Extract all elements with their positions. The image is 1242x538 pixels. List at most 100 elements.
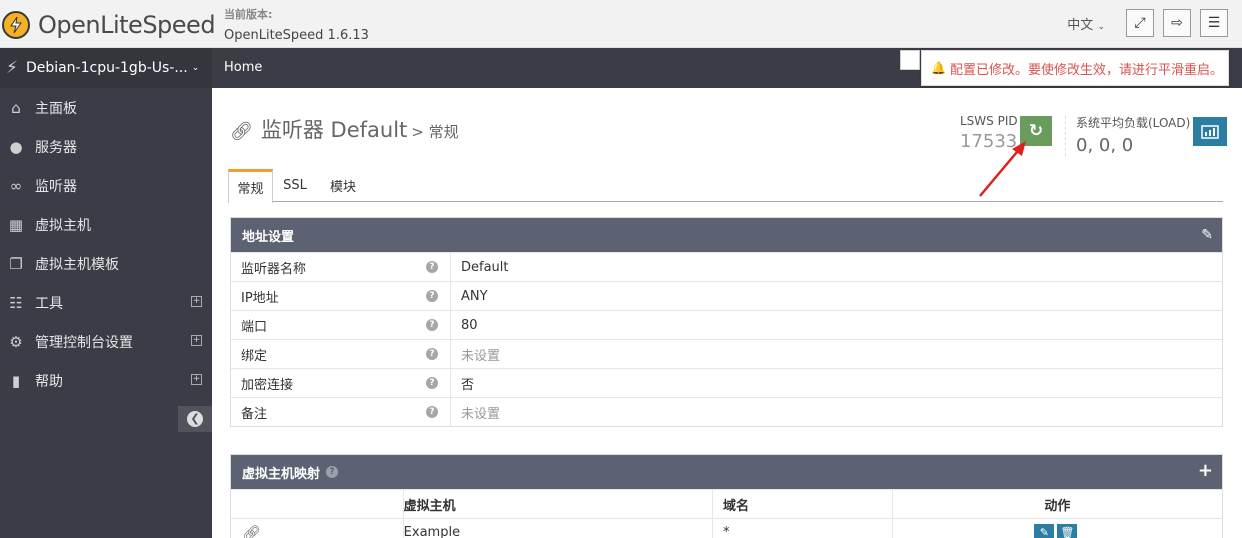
table-row: 备注? 未设置 bbox=[231, 397, 1222, 426]
top-actions: 中文 ⌄ ⤢ ⇨ ☰ bbox=[1067, 9, 1228, 37]
load-value: 0, 0, 0 bbox=[1076, 135, 1134, 156]
realtime-stats-button[interactable] bbox=[1193, 117, 1227, 146]
load-label: 系统平均负载(LOAD) bbox=[1076, 116, 1191, 130]
sidebar-item[interactable]: ● 服务器 bbox=[0, 127, 212, 166]
restart-alert[interactable]: 🔔 配置已修改。要使修改生效，请进行平滑重启。 bbox=[921, 50, 1229, 86]
notification-toggle[interactable] bbox=[900, 50, 920, 70]
help-icon[interactable]: ? bbox=[426, 290, 438, 302]
logout-button[interactable]: ⇨ bbox=[1163, 9, 1191, 37]
row-value: 未设置 bbox=[461, 406, 501, 422]
home-icon: ⌂ bbox=[11, 98, 21, 117]
row-key-cell: 备注? bbox=[231, 398, 451, 426]
column-header: 虚拟主机 bbox=[403, 498, 456, 514]
sidebar-item[interactable]: ❐ 虚拟主机模板 bbox=[0, 244, 212, 283]
help-icon[interactable]: ? bbox=[426, 261, 438, 273]
top-header: OpenLiteSpeed 当前版本: OpenLiteSpeed 1.6.13… bbox=[0, 0, 1242, 48]
help-icon[interactable]: ? bbox=[426, 348, 438, 360]
main-content: 🔗︎ 监听器 Default > 常规 LSWS PID 17533 ↻ 系统平… bbox=[212, 88, 1242, 538]
server-selector[interactable]: ⚡ Debian-1cpu-1gb-Us-... ⌄ bbox=[0, 48, 212, 88]
sidebar-item[interactable]: ☷ 工具 + bbox=[0, 283, 212, 322]
collapse-sidebar-button[interactable]: ❮ bbox=[178, 406, 212, 432]
breadcrumb-home[interactable]: Home bbox=[224, 60, 262, 75]
sidebar-item-label: 主面板 bbox=[35, 100, 77, 117]
row-key: IP地址 bbox=[241, 290, 279, 306]
vhost-mapping-panel: 虚拟主机映射 ? + 虚拟主机 域名 动作 🔗︎ Example * ✎ 🗑︎ bbox=[230, 454, 1223, 538]
col-domain: 域名 bbox=[713, 490, 893, 518]
version-info: 当前版本: OpenLiteSpeed 1.6.13 bbox=[224, 6, 369, 43]
domain-cell: * bbox=[713, 519, 893, 538]
edit-icon[interactable]: ✎ bbox=[1201, 227, 1213, 243]
help-icon[interactable]: ? bbox=[426, 406, 438, 418]
annotation-arrow bbox=[979, 141, 1026, 197]
tab-bar: 常规 SSL 模块 bbox=[228, 169, 1223, 203]
row-value: Default bbox=[461, 259, 509, 275]
grid-icon: ☷ bbox=[9, 293, 23, 312]
divider bbox=[1065, 116, 1066, 156]
sidebar-item[interactable]: ⌂ 主面板 bbox=[0, 88, 212, 127]
expand-plus-icon[interactable]: + bbox=[191, 335, 202, 346]
sidebar-item[interactable]: ▮ 帮助 + bbox=[0, 361, 212, 400]
copy-icon: ❐ bbox=[9, 254, 23, 273]
tab-general[interactable]: 常规 bbox=[228, 169, 273, 203]
arrow-left-icon: ❮ bbox=[187, 411, 203, 427]
book-icon: ▮ bbox=[11, 371, 21, 390]
table-row: 端口? 80 bbox=[231, 310, 1222, 339]
panel-header: 地址设置 ✎ bbox=[231, 218, 1222, 252]
sidebar-item-label: 管理控制台设置 bbox=[35, 334, 133, 351]
sidebar-item[interactable]: ▦ 虚拟主机 bbox=[0, 205, 212, 244]
expand-plus-icon[interactable]: + bbox=[191, 374, 202, 385]
panel-title: 虚拟主机映射 bbox=[242, 466, 321, 482]
row-key: 端口 bbox=[241, 319, 268, 335]
row-icon-cell: 🔗︎ bbox=[231, 519, 404, 538]
sidebar-item-label: 监听器 bbox=[35, 178, 77, 195]
row-key: 备注 bbox=[241, 406, 268, 422]
sidebar-nav: ⌂ 主面板 ● 服务器 ∞ 监听器 ▦ 虚拟主机 ❐ 虚拟主机模板 ☷ 工具 + ⚙ 管理控制台设置 + ▮ 帮助… bbox=[0, 88, 212, 400]
address-rows: 监听器名称? Default IP地址? ANY 端口? 80 绑定? 未设置 加密连接? 否备注… bbox=[231, 252, 1222, 426]
row-key-cell: 端口? bbox=[231, 311, 451, 339]
domain-value: * bbox=[723, 525, 730, 538]
row-key-cell: 加密连接? bbox=[231, 369, 451, 397]
app-root: OpenLiteSpeed 当前版本: OpenLiteSpeed 1.6.13… bbox=[0, 0, 1242, 538]
sidebar-item[interactable]: ⚙ 管理控制台设置 + bbox=[0, 322, 212, 361]
row-value: 未设置 bbox=[461, 348, 501, 364]
expand-plus-icon[interactable]: + bbox=[191, 296, 202, 307]
tab-modules[interactable]: 模块 bbox=[328, 169, 358, 202]
add-icon[interactable]: + bbox=[1198, 460, 1213, 481]
table-row: IP地址? ANY bbox=[231, 281, 1222, 310]
help-icon[interactable]: ? bbox=[426, 377, 438, 389]
sidebar-item[interactable]: ∞ 监听器 bbox=[0, 166, 212, 205]
table-row: 加密连接? 否 bbox=[231, 368, 1222, 397]
sidebar-item-label: 虚拟主机 bbox=[35, 217, 91, 234]
chevron-down-icon: ⌄ bbox=[1097, 21, 1105, 32]
row-key-cell: 绑定? bbox=[231, 340, 451, 368]
load-box: 系统平均负载(LOAD) 0, 0, 0 bbox=[1076, 114, 1190, 156]
help-icon[interactable]: ? bbox=[326, 466, 339, 478]
actions-cell: ✎ 🗑︎ bbox=[893, 519, 1222, 538]
table-row: 监听器名称? Default bbox=[231, 252, 1222, 281]
sidebar-item-label: 帮助 bbox=[35, 373, 63, 390]
sidebar: ⚡ Debian-1cpu-1gb-Us-... ⌄ ⌂ 主面板 ● 服务器 ∞ 监听器 ▦… bbox=[0, 48, 212, 538]
logo[interactable]: OpenLiteSpeed bbox=[2, 11, 216, 39]
table-header: 虚拟主机 域名 动作 bbox=[231, 489, 1222, 518]
delete-button[interactable]: 🗑︎ bbox=[1057, 523, 1078, 538]
language-dropdown[interactable]: 中文 ⌄ bbox=[1067, 14, 1105, 33]
panel-title: 地址设置 bbox=[242, 229, 295, 245]
pid-label: LSWS PID bbox=[960, 114, 1018, 128]
page-title-text: 监听器 Default bbox=[260, 118, 408, 142]
edit-button[interactable]: ✎ bbox=[1034, 523, 1055, 538]
version-value: OpenLiteSpeed 1.6.13 bbox=[224, 28, 369, 43]
panel-header: 虚拟主机映射 ? + bbox=[231, 455, 1222, 489]
chevron-down-icon: ⌄ bbox=[191, 63, 200, 73]
menu-button[interactable]: ☰ bbox=[1200, 9, 1228, 37]
logo-text: OpenLiteSpeed bbox=[38, 11, 216, 39]
tab-ssl[interactable]: SSL bbox=[283, 169, 307, 202]
vhost-name: Example bbox=[403, 525, 461, 538]
page-subtitle: > 常规 bbox=[411, 123, 459, 141]
help-icon[interactable]: ? bbox=[426, 319, 438, 331]
row-value: ANY bbox=[461, 288, 488, 304]
fullscreen-button[interactable]: ⤢ bbox=[1126, 9, 1154, 37]
row-key-cell: IP地址? bbox=[231, 282, 451, 310]
expand-icon: ⤢ bbox=[1134, 15, 1146, 31]
sidebar-item-label: 工具 bbox=[35, 295, 63, 312]
version-label: 当前版本: bbox=[224, 8, 273, 21]
